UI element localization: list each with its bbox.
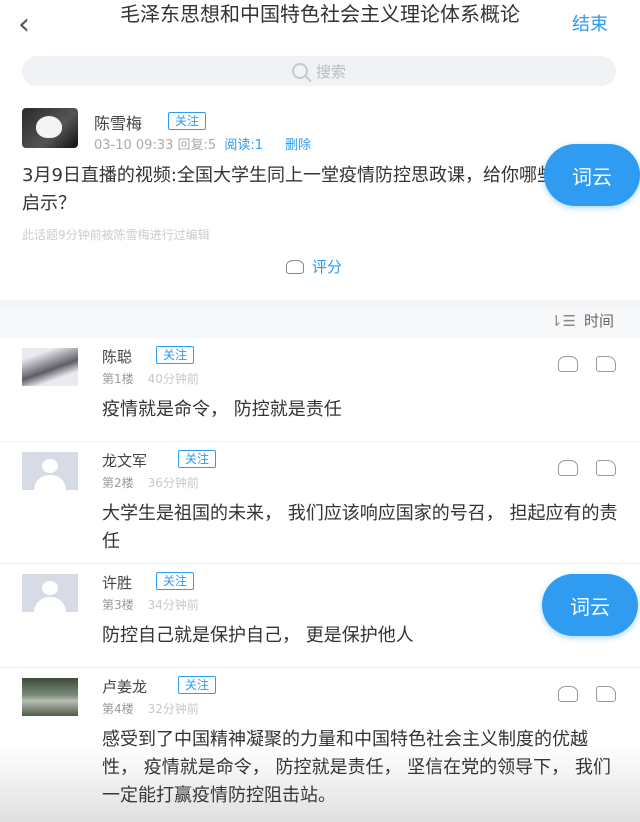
comment-time: 40分钟前 [147,372,199,386]
rate-button[interactable]: 评分 [286,256,342,277]
thumbs-up-icon[interactable] [596,686,616,702]
comment-author[interactable]: 许胜 [102,572,132,593]
floor-number: 第4楼 [102,702,134,716]
reply-count: 回复:5 [177,138,217,153]
comment-text: 感受到了中国精神凝聚的力量和中国特色社会主义制度的优越性， 疫情就是命令， 防控… [102,729,611,806]
comment-text: 疫情就是命令， 防控就是责任 [102,399,342,420]
comment-actions [558,460,616,476]
follow-button[interactable]: 关注 [178,676,217,694]
floor-number: 第1楼 [102,372,134,386]
comment-author[interactable]: 陈聪 [102,346,132,367]
comment-meta: 第4楼 32分钟前 [102,700,199,717]
comment-meta: 第2楼 36分钟前 [102,474,199,491]
search-bar[interactable]: 搜索 [22,56,616,86]
comment-time: 32分钟前 [147,702,199,716]
follow-button[interactable]: 关注 [178,450,217,468]
thumbs-up-icon[interactable] [596,460,616,476]
comment-time: 36分钟前 [147,476,199,490]
follow-button[interactable]: 关注 [156,572,195,590]
sort-icon: ⇂☰ [549,312,576,330]
topic-post: 陈雪梅 关注 03-10 09:33 回复:5 阅读:1 删除 3月9日直播的视… [0,98,640,300]
comment-meta: 第3楼 34分钟前 [102,596,199,613]
chevron-left-icon[interactable]: ‹ [18,10,30,40]
divider [0,300,640,308]
avatar[interactable] [22,452,78,490]
rate-icon[interactable] [558,686,578,702]
comment-item: 陈聪 关注 第1楼 40分钟前 疫情就是命令， 防控就是责任 [0,338,640,442]
sort-button[interactable]: ⇂☰ 时间 [550,310,614,331]
comment-actions [558,686,616,702]
sort-bar: ⇂☰ 时间 [0,308,640,338]
comment-actions [558,356,616,372]
avatar[interactable] [22,678,78,716]
post-meta: 03-10 09:33 回复:5 阅读:1 删除 [94,134,311,153]
read-count: 阅读:1 [224,138,263,153]
comment-text: 防控自己就是保护自己， 更是保护他人 [102,625,414,646]
post-author[interactable]: 陈雪梅 [94,110,142,134]
comment-author[interactable]: 龙文军 [102,450,147,471]
rate-icon[interactable] [558,460,578,476]
comment-item: 卢姜龙 关注 第4楼 32分钟前 感受到了中国精神凝聚的力量和中国特色社会主义制度… [0,668,640,822]
search-placeholder: 搜索 [315,62,346,81]
delete-button[interactable]: 删除 [285,138,311,153]
word-cloud-button[interactable]: 词云 [542,574,638,636]
comment-text: 大学生是祖国的未来， 我们应该响应国家的号召， 担起应有的责任 [102,503,618,552]
comment-meta: 第1楼 40分钟前 [102,370,199,387]
post-time: 03-10 09:33 [94,138,174,153]
end-button[interactable]: 结束 [572,10,608,36]
floor-number: 第2楼 [102,476,134,490]
header-bar: ‹ 毛泽东思想和中国特色社会主义理论体系概论 结束 [0,0,640,52]
thumbs-up-icon[interactable] [596,356,616,372]
post-title: 3月9日直播的视频:全国大学生同上一堂疫情防控思政课，给你哪些启示？ [22,165,555,214]
avatar[interactable] [22,108,78,148]
sort-label: 时间 [583,312,614,330]
rate-icon [286,259,304,274]
comment-item: 龙文军 关注 第2楼 36分钟前 大学生是祖国的未来， 我们应该响应国家的号召， … [0,442,640,564]
avatar[interactable] [22,574,78,612]
search-icon [291,63,308,79]
follow-button[interactable]: 关注 [156,346,195,364]
floor-number: 第3楼 [102,598,134,612]
rate-label: 评分 [312,258,343,276]
edit-note: 此话题9分钟前被陈雪梅进行过编辑 [22,228,210,242]
page-title: 毛泽东思想和中国特色社会主义理论体系概论 [120,2,520,26]
word-cloud-button[interactable]: 词云 [544,144,640,206]
comment-time: 34分钟前 [147,598,199,612]
comment-author[interactable]: 卢姜龙 [102,676,147,697]
follow-button[interactable]: 关注 [168,112,207,130]
avatar[interactable] [22,348,78,386]
rate-icon[interactable] [558,356,578,372]
